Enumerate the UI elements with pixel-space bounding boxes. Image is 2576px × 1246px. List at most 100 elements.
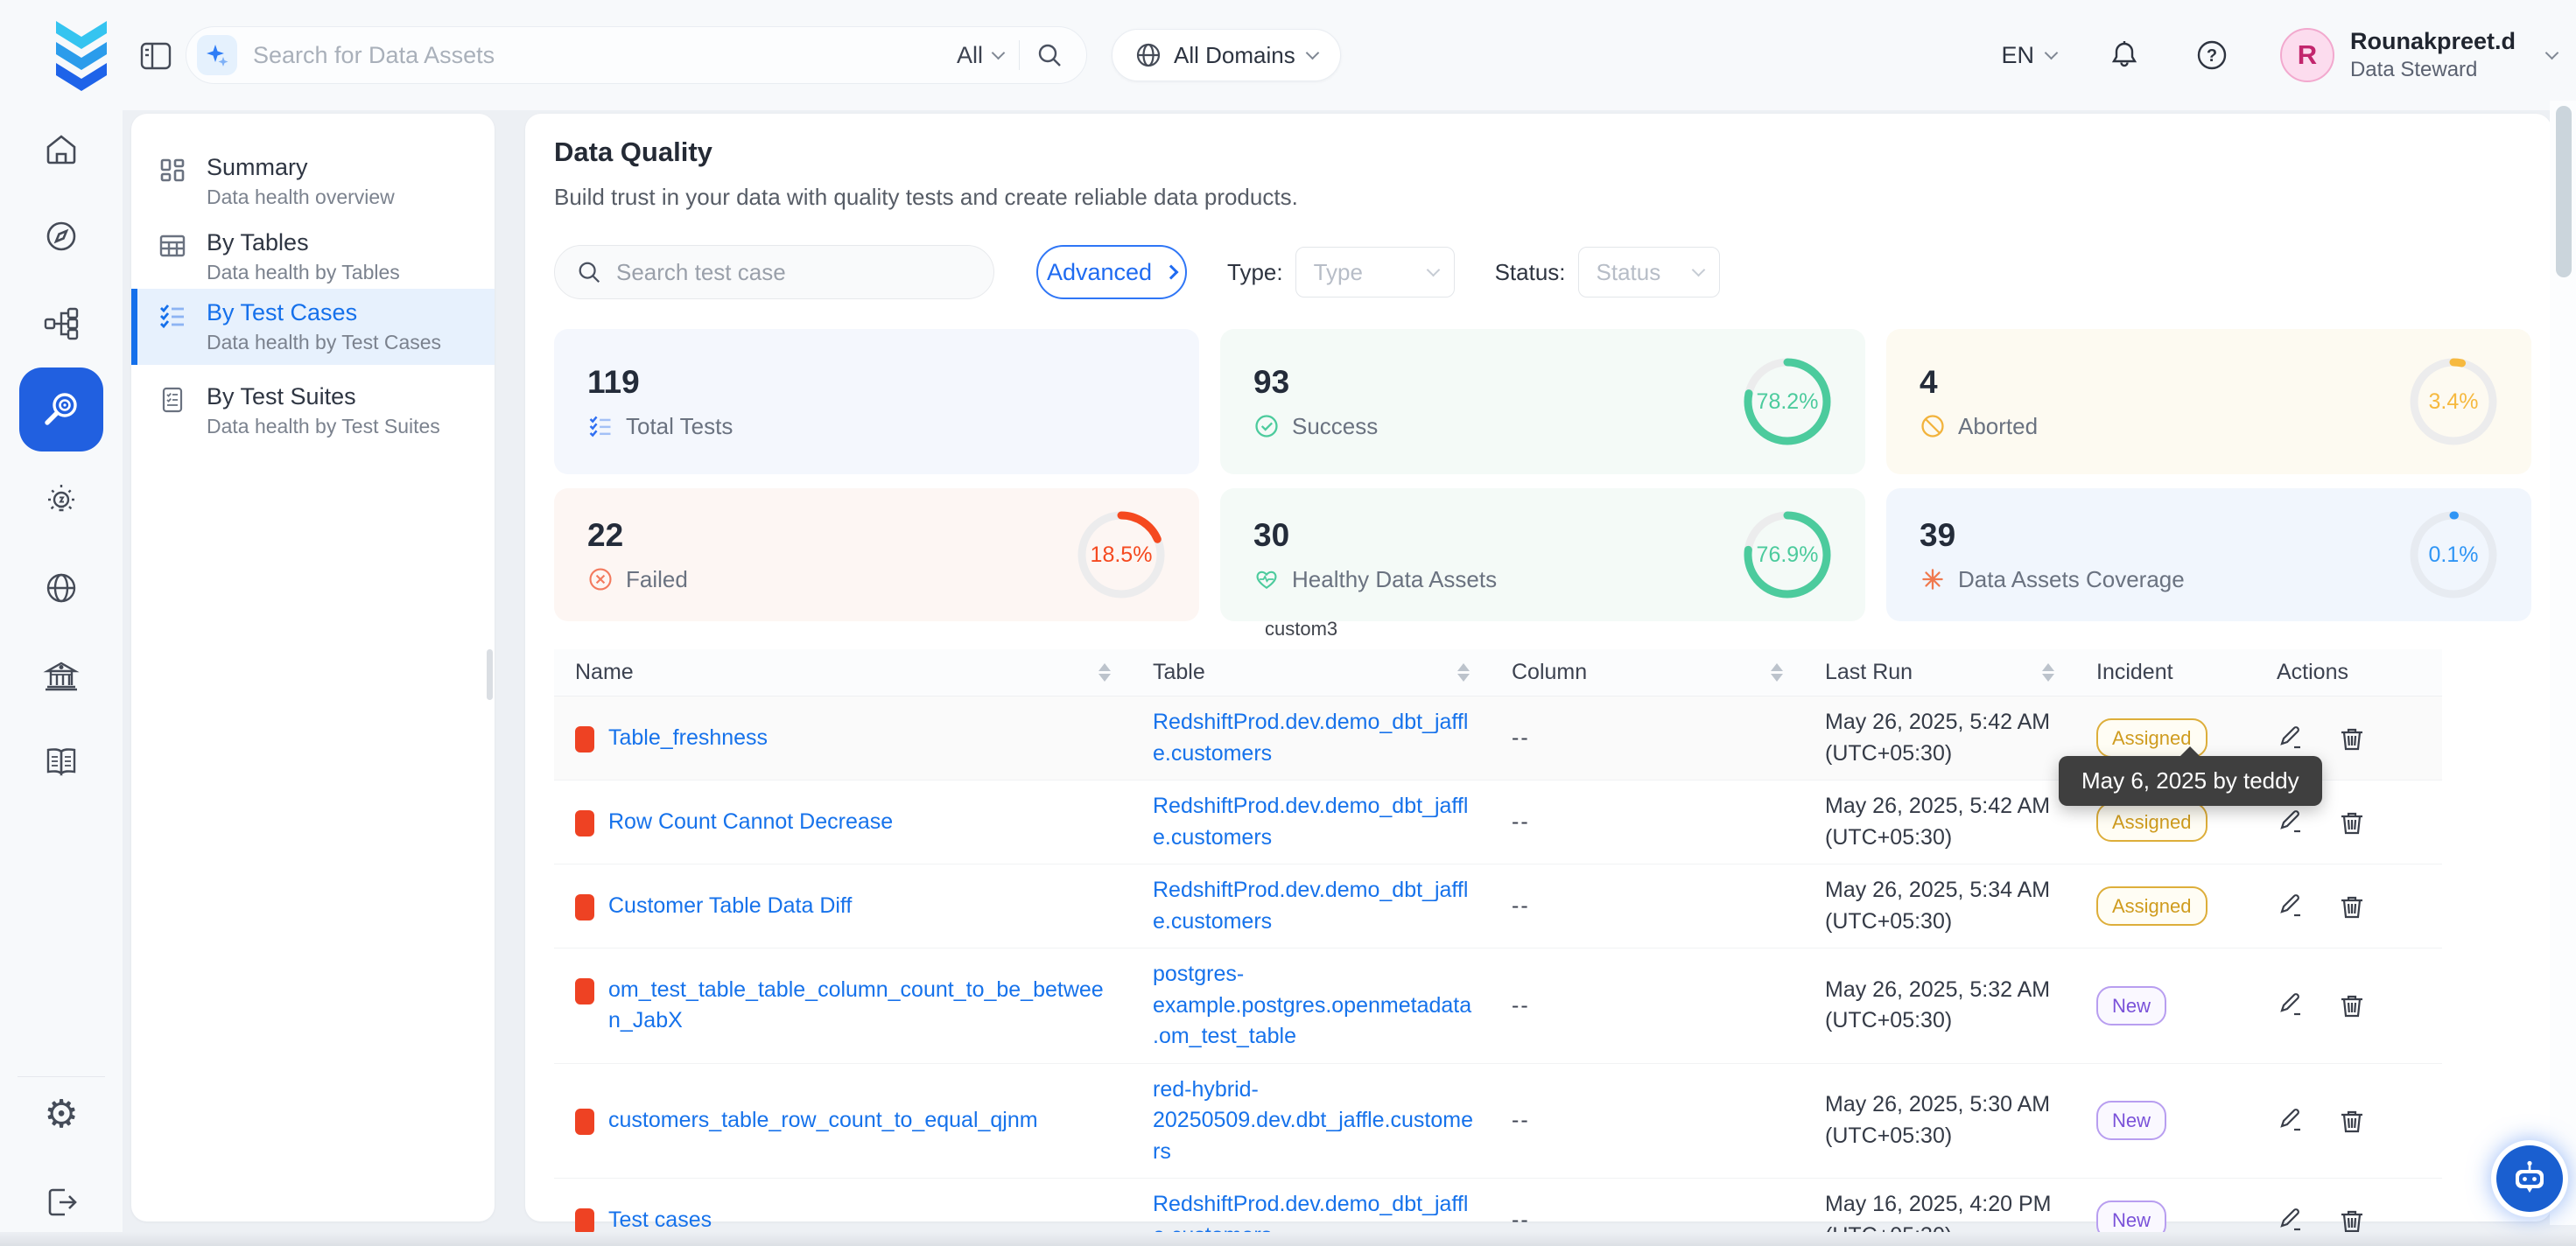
edit-icon[interactable] bbox=[2277, 1207, 2305, 1235]
incident-badge[interactable]: Assigned bbox=[2096, 802, 2207, 842]
status-filter-select[interactable]: Status bbox=[1578, 247, 1720, 298]
settings-gear-icon[interactable]: ⚙ bbox=[42, 1096, 81, 1134]
search-scope-dropdown[interactable]: All bbox=[957, 42, 1003, 69]
test-case-search-input[interactable] bbox=[616, 259, 972, 286]
chevron-down-icon bbox=[1426, 263, 1440, 277]
column-value: -- bbox=[1512, 809, 1530, 834]
data-flow-icon[interactable] bbox=[42, 304, 81, 343]
failed-status-indicator bbox=[575, 810, 594, 836]
explore-compass-icon[interactable] bbox=[42, 217, 81, 256]
table-link[interactable]: RedshiftProd.dev.demo_dbt_jaffle.custome… bbox=[1153, 878, 1468, 934]
global-search-input[interactable] bbox=[253, 42, 941, 69]
table-header-row: Name Table Column Last Run Incident Acti… bbox=[554, 649, 2442, 696]
question-circle-icon: ? bbox=[2194, 38, 2229, 73]
sort-icon[interactable] bbox=[2042, 663, 2054, 682]
table-link[interactable]: RedshiftProd.dev.demo_dbt_jaffle.custome… bbox=[1153, 794, 1468, 850]
subnav-item-by-tables[interactable]: By Tables Data health by Tables bbox=[131, 219, 495, 295]
search-icon[interactable] bbox=[1035, 41, 1063, 69]
healthy-label: Healthy Data Assets bbox=[1292, 566, 1497, 593]
subnav-item-by-test-suites[interactable]: By Test Suites Data health by Test Suite… bbox=[131, 373, 495, 449]
robot-icon bbox=[2496, 1145, 2563, 1212]
column-header-last-run[interactable]: Last Run bbox=[1804, 649, 2075, 696]
user-name: Rounakpreet.d bbox=[2350, 27, 2516, 57]
column-value: -- bbox=[1512, 725, 1530, 750]
delete-icon[interactable] bbox=[2338, 1207, 2366, 1235]
success-percent: 78.2% bbox=[1739, 354, 1835, 450]
table-link[interactable]: RedshiftProd.dev.demo_dbt_jaffle.custome… bbox=[1153, 710, 1468, 766]
chevron-right-icon bbox=[1164, 265, 1179, 280]
top-bar: All All Domains EN ? bbox=[0, 0, 2576, 110]
delete-icon[interactable] bbox=[2338, 1107, 2366, 1135]
type-filter-label: Type: bbox=[1227, 259, 1283, 286]
test-case-link[interactable]: Row Count Cannot Decrease bbox=[608, 807, 893, 838]
test-case-link[interactable]: Test cases bbox=[608, 1205, 712, 1236]
table-row[interactable]: Customer Table Data Diff RedshiftProd.de… bbox=[554, 864, 2442, 948]
incident-badge[interactable]: New bbox=[2096, 1101, 2166, 1140]
delete-icon[interactable] bbox=[2338, 991, 2366, 1019]
subnav-subtitle: Data health by Tables bbox=[207, 258, 477, 286]
column-header-column[interactable]: Column bbox=[1491, 649, 1804, 696]
chat-assistant-button[interactable] bbox=[2491, 1140, 2568, 1217]
column-header-table[interactable]: Table bbox=[1132, 649, 1491, 696]
language-dropdown[interactable]: EN bbox=[2001, 42, 2056, 69]
sort-icon[interactable] bbox=[1457, 663, 1470, 682]
domains-globe-icon[interactable] bbox=[42, 569, 81, 607]
edit-icon[interactable] bbox=[2277, 892, 2305, 920]
govern-bank-icon[interactable] bbox=[42, 657, 81, 696]
test-case-link[interactable]: customers_table_row_count_to_equal_qjnm bbox=[608, 1105, 1038, 1137]
user-menu[interactable]: R Rounakpreet.d Data Steward bbox=[2280, 27, 2557, 83]
ai-sparkle-icon[interactable] bbox=[197, 35, 237, 75]
subnav-item-by-test-cases[interactable]: By Test Cases Data health by Test Cases bbox=[131, 289, 495, 365]
failed-label: Failed bbox=[626, 566, 688, 593]
edit-icon[interactable] bbox=[2277, 991, 2305, 1019]
stat-card-aborted: 4 Aborted 3.4% bbox=[1886, 329, 2531, 474]
subnav-item-summary[interactable]: Summary Data health overview bbox=[131, 144, 495, 220]
collate-logo-icon[interactable] bbox=[47, 19, 116, 91]
table-row[interactable]: om_test_table_table_column_count_to_be_b… bbox=[554, 948, 2442, 1064]
table-link[interactable]: postgres-example.postgres.openmetadata.o… bbox=[1153, 962, 1471, 1048]
help-button[interactable]: ? bbox=[2193, 36, 2231, 74]
insights-bulb-icon[interactable] bbox=[42, 482, 81, 521]
last-run-value: May 26, 2025, 5:42 AM (UTC+05:30) bbox=[1825, 794, 2050, 850]
data-quality-subnav: Summary Data health overview By Tables D… bbox=[131, 114, 495, 1222]
incident-badge[interactable]: New bbox=[2096, 986, 2166, 1026]
logout-icon[interactable] bbox=[42, 1183, 81, 1222]
notifications-button[interactable] bbox=[2105, 36, 2144, 74]
column-value: -- bbox=[1512, 1208, 1530, 1232]
language-value: EN bbox=[2001, 42, 2034, 69]
glossary-book-icon[interactable] bbox=[42, 743, 81, 781]
stat-card-healthy: 30 Healthy Data Assets 76.9% bbox=[1220, 488, 1865, 621]
test-case-link[interactable]: Table_freshness bbox=[608, 723, 768, 754]
data-quality-icon bbox=[39, 387, 84, 432]
failed-donut: 18.5% bbox=[1073, 507, 1169, 603]
aborted-percent: 3.4% bbox=[2405, 354, 2502, 450]
advanced-search-button[interactable]: Advanced bbox=[1036, 245, 1187, 299]
column-header-name[interactable]: Name bbox=[554, 649, 1132, 696]
subnav-title: Summary bbox=[207, 152, 477, 183]
incident-badge[interactable]: Assigned bbox=[2096, 886, 2207, 926]
stat-card-success: 93 Success 78.2% bbox=[1220, 329, 1865, 474]
page-scrollbar-thumb[interactable] bbox=[2556, 106, 2572, 277]
delete-icon[interactable] bbox=[2338, 892, 2366, 920]
sidebar-toggle-icon[interactable] bbox=[138, 38, 173, 74]
sort-icon[interactable] bbox=[1098, 663, 1111, 682]
domains-dropdown[interactable]: All Domains bbox=[1112, 29, 1341, 81]
home-icon[interactable] bbox=[42, 130, 81, 169]
edit-icon[interactable] bbox=[2277, 808, 2305, 836]
delete-icon[interactable] bbox=[2338, 808, 2366, 836]
status-placeholder: Status bbox=[1597, 259, 1661, 286]
type-filter-select[interactable]: Type bbox=[1295, 247, 1455, 298]
table-link[interactable]: red-hybrid-20250509.dev.dbt_jaffle.custo… bbox=[1153, 1077, 1473, 1164]
last-run-value: May 26, 2025, 5:30 AM (UTC+05:30) bbox=[1825, 1092, 2050, 1148]
page-subtitle: Build trust in your data with quality te… bbox=[554, 184, 1298, 211]
table-row[interactable]: customers_table_row_count_to_equal_qjnm … bbox=[554, 1063, 2442, 1179]
sort-icon[interactable] bbox=[1771, 663, 1783, 682]
test-case-link[interactable]: om_test_table_table_column_count_to_be_b… bbox=[608, 975, 1114, 1037]
coverage-label: Data Assets Coverage bbox=[1958, 566, 2185, 593]
edit-icon[interactable] bbox=[2277, 1107, 2305, 1135]
test-case-link[interactable]: Customer Table Data Diff bbox=[608, 891, 852, 922]
subnav-scrollbar-thumb[interactable] bbox=[487, 649, 493, 700]
rail-item-data-quality-active[interactable] bbox=[19, 368, 103, 452]
edit-icon[interactable] bbox=[2277, 724, 2305, 752]
delete-icon[interactable] bbox=[2338, 724, 2366, 752]
